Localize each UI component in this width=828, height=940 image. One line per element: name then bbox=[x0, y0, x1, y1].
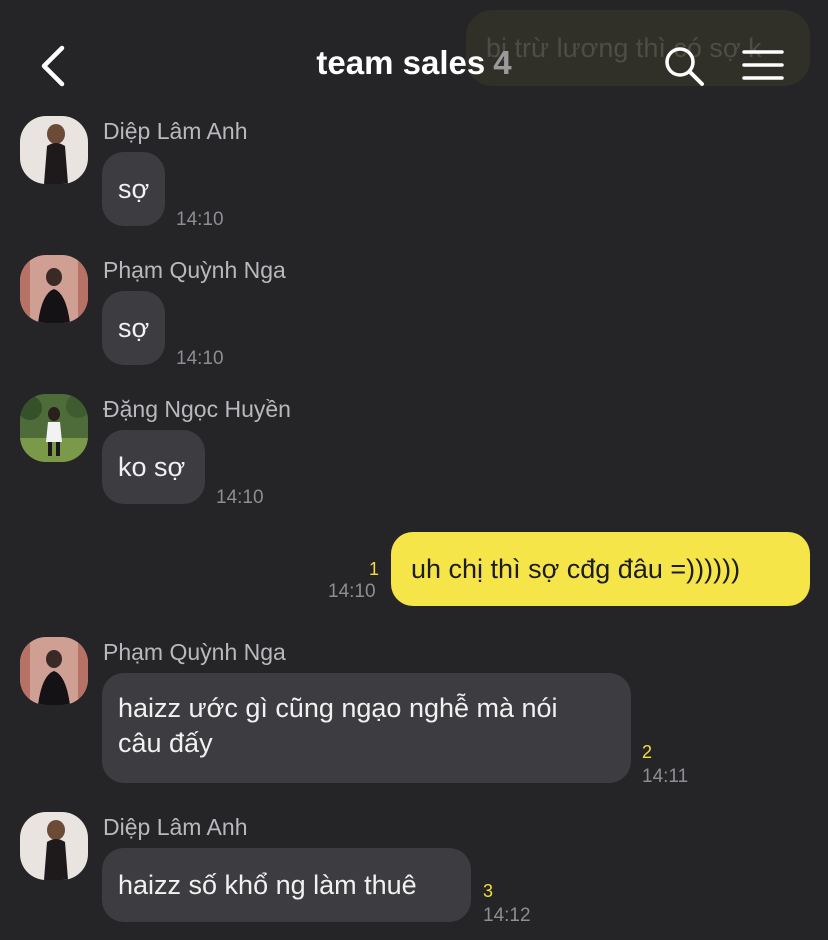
avatar[interactable] bbox=[20, 255, 88, 323]
message-bubble-mine[interactable]: uh chị thì sợ cđg đâu =)))))) bbox=[391, 532, 810, 606]
message-time: 14:10 bbox=[176, 209, 224, 230]
sender-name: Phạm Quỳnh Nga bbox=[103, 639, 286, 665]
avatar-image bbox=[20, 116, 88, 184]
message-bubble[interactable]: haizz ước gì cũng ngạo nghễ mà nói câu đ… bbox=[102, 673, 631, 783]
avatar-image bbox=[20, 812, 88, 880]
search-icon bbox=[665, 47, 704, 86]
avatar[interactable] bbox=[20, 116, 88, 184]
menu-button[interactable] bbox=[740, 46, 786, 86]
message-bubble[interactable]: ko sợ bbox=[102, 430, 205, 504]
avatar[interactable] bbox=[20, 637, 88, 705]
search-button[interactable] bbox=[662, 44, 706, 88]
avatar-image bbox=[20, 394, 88, 462]
message-text-line: haizz ước gì cũng ngạo nghễ mà nói bbox=[118, 693, 558, 723]
message-bubble[interactable]: haizz số khổ ng làm thuê bbox=[102, 848, 471, 922]
avatar-image bbox=[20, 637, 88, 705]
message-text-line: câu đấy bbox=[118, 728, 213, 758]
message-time: 14:12 bbox=[483, 905, 531, 926]
hamburger-menu-icon bbox=[742, 50, 784, 80]
back-button[interactable] bbox=[30, 40, 76, 92]
message-time: 14:10 bbox=[328, 581, 376, 602]
sender-name: Diệp Lâm Anh bbox=[103, 814, 248, 840]
avatar[interactable] bbox=[20, 394, 88, 462]
message-bubble[interactable]: sợ bbox=[102, 291, 165, 365]
unread-count: 3 bbox=[483, 881, 494, 901]
chat-title-text: team sales bbox=[316, 44, 486, 81]
unread-count: 1 bbox=[369, 559, 380, 579]
message-bubble[interactable]: sợ bbox=[102, 152, 165, 226]
message-time: 14:11 bbox=[642, 766, 689, 787]
unread-count: 2 bbox=[642, 742, 653, 762]
chat-screen: bị trừ lương thì có sợ k team sales 4 Di… bbox=[0, 0, 828, 940]
sender-name: Phạm Quỳnh Nga bbox=[103, 257, 286, 283]
sender-name: Diệp Lâm Anh bbox=[103, 118, 248, 144]
avatar-image bbox=[20, 255, 88, 323]
message-time: 14:10 bbox=[216, 487, 264, 508]
message-time: 14:10 bbox=[176, 348, 224, 369]
sender-name: Đặng Ngọc Huyền bbox=[103, 396, 291, 422]
avatar[interactable] bbox=[20, 812, 88, 880]
chat-header: bị trừ lương thì có sợ k team sales 4 bbox=[0, 0, 828, 115]
chevron-left-icon bbox=[41, 45, 65, 87]
